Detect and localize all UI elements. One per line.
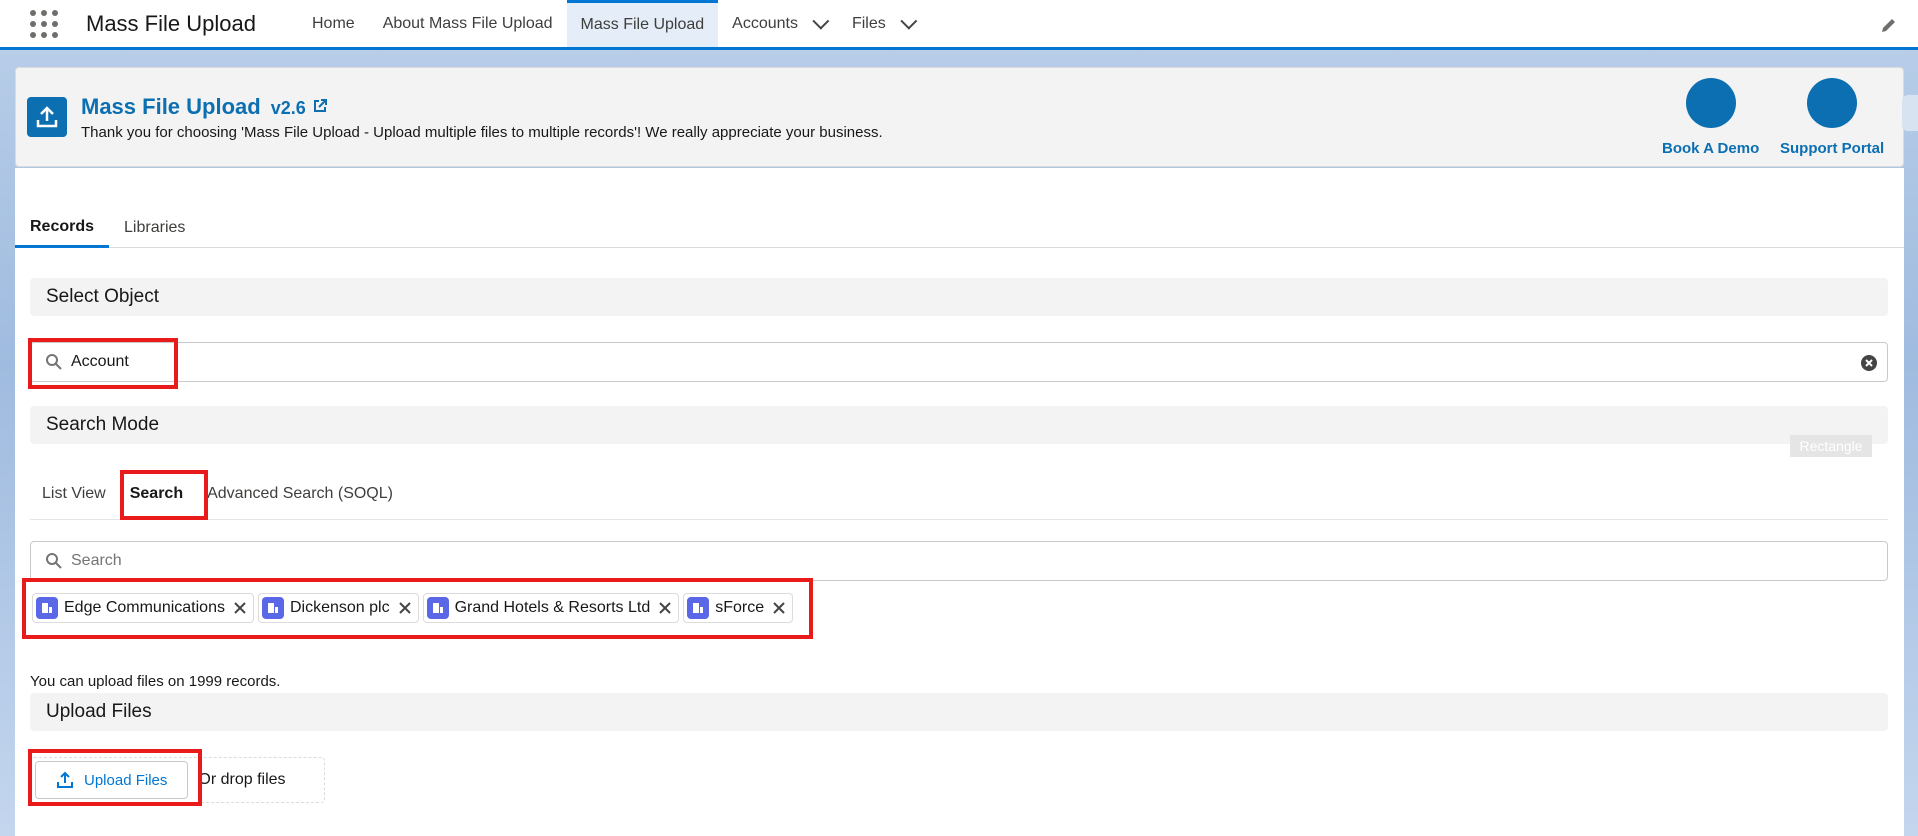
highlight-object-input: [28, 338, 178, 389]
search-icon: [46, 553, 62, 569]
external-link-icon[interactable]: [312, 98, 328, 114]
upload-app-icon: [27, 97, 67, 137]
highlight-search-tab: [120, 470, 208, 520]
clear-icon[interactable]: [1860, 354, 1878, 372]
app-header-card: Mass File Upload v2.6 Thank you for choo…: [15, 67, 1904, 167]
book-demo-icon[interactable]: [1685, 78, 1736, 128]
drop-files-text: Or drop files: [198, 771, 286, 788]
book-demo-label[interactable]: Book A Demo: [1662, 140, 1759, 157]
support-portal-label[interactable]: Support Portal: [1780, 140, 1884, 157]
support-portal-link[interactable]: Support Portal: [1780, 78, 1884, 157]
chevron-down-icon[interactable]: [900, 12, 918, 30]
nav-item-accounts[interactable]: Accounts: [718, 0, 838, 47]
edit-nav-icon[interactable]: [1880, 16, 1898, 34]
nav-item-about[interactable]: About Mass File Upload: [369, 0, 567, 47]
nav-item-files[interactable]: Files: [838, 0, 926, 47]
nav-item-label: Mass File Upload: [580, 16, 705, 33]
highlight-upload-button: [28, 749, 202, 806]
app-title-text: Mass File Upload: [81, 94, 261, 119]
upload-files-header: Upload Files: [30, 693, 1888, 731]
select-object-header: Select Object: [30, 278, 1888, 316]
tab-libraries[interactable]: Libraries: [109, 208, 200, 248]
object-combobox[interactable]: [30, 342, 1888, 382]
nav-items: Home About Mass File Upload Mass File Up…: [298, 0, 926, 47]
search-mode-header: Search Mode: [30, 406, 1888, 444]
tab-advanced-search[interactable]: Advanced Search (SOQL): [195, 485, 405, 503]
app-launcher-icon[interactable]: [30, 9, 58, 38]
highlight-selected-records: [22, 578, 813, 639]
support-portal-icon[interactable]: [1807, 78, 1858, 128]
chevron-down-icon[interactable]: [812, 12, 830, 30]
record-search-box[interactable]: [30, 541, 1888, 581]
search-mode-tabs: List View Search Advanced Search (SOQL): [30, 468, 1888, 520]
tab-records[interactable]: Records: [15, 208, 110, 248]
object-input[interactable]: [71, 353, 1887, 371]
app-title: Mass File Upload v2.6: [81, 94, 328, 120]
tab-list-view[interactable]: List View: [30, 485, 118, 503]
top-navigation: Mass File Upload Home About Mass File Up…: [0, 0, 1918, 50]
main-tabs: Records Libraries: [15, 208, 1904, 248]
side-panel-toggle[interactable]: [1902, 95, 1918, 131]
app-name: Mass File Upload: [86, 10, 256, 36]
nav-item-label: Home: [312, 14, 355, 32]
app-version[interactable]: v2.6: [271, 98, 306, 119]
main-card: Records Libraries Select Object Search M…: [15, 168, 1904, 836]
nav-item-label: Accounts: [732, 14, 798, 32]
nav-item-home[interactable]: Home: [298, 0, 369, 47]
app-subtitle: Thank you for choosing 'Mass File Upload…: [81, 124, 883, 141]
record-search-input[interactable]: [71, 552, 1887, 570]
nav-item-mass-file-upload[interactable]: Mass File Upload: [566, 0, 719, 47]
rectangle-annotation-label: Rectangle: [1790, 435, 1872, 457]
nav-item-label: Files: [851, 14, 886, 32]
book-demo-link[interactable]: Book A Demo: [1662, 78, 1759, 157]
record-limit-note: You can upload files on 1999 records.: [30, 673, 281, 690]
nav-item-label: About Mass File Upload: [382, 14, 553, 32]
